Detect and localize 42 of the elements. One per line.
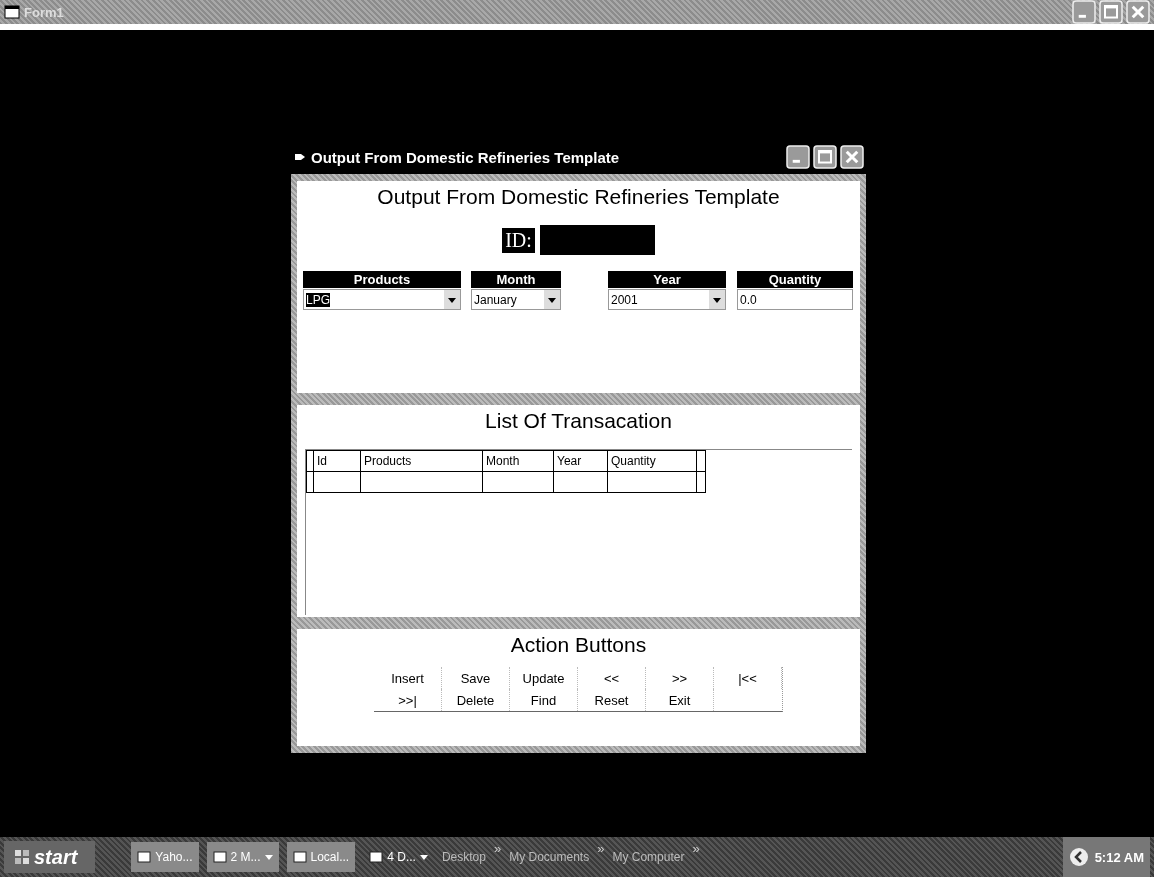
field-header: Month: [471, 271, 561, 288]
id-label: ID:: [502, 227, 535, 253]
taskbar-button[interactable]: 4 D...: [363, 842, 434, 872]
window-title: Output From Domestic Refineries Template: [311, 148, 621, 166]
column-header: Year: [553, 450, 608, 472]
app-icon: [369, 850, 384, 864]
toolbar-label[interactable]: My Documents: [509, 850, 590, 864]
close-button[interactable]: [840, 145, 864, 169]
dropdown[interactable]: LPG: [303, 289, 461, 310]
window-icon: [4, 5, 20, 19]
app-icon: [137, 850, 152, 864]
toolbar-label[interactable]: Desktop: [441, 850, 486, 864]
dropdown[interactable]: 2001: [608, 289, 726, 310]
column-header: Id: [313, 450, 361, 472]
chevron-button[interactable]: »: [597, 841, 605, 856]
caret-icon: [264, 854, 273, 860]
start-button[interactable]: start: [4, 841, 96, 873]
panel-title: Output From Domestic Refineries Template: [377, 185, 780, 209]
field-header: Quantity: [737, 271, 853, 288]
column-header: Products: [360, 450, 483, 472]
column-header: Quantity: [607, 450, 697, 472]
field-header: Products: [303, 271, 461, 288]
panel-title: Action Buttons: [510, 633, 647, 657]
caret-icon: [419, 854, 428, 860]
app-icon: [212, 850, 227, 864]
data-grid[interactable]: Id Products Month Year Quantity: [305, 449, 852, 615]
windows-logo-icon: [14, 849, 30, 865]
field-header: Year: [608, 271, 726, 288]
toolbar-label[interactable]: My Computer: [612, 850, 685, 864]
chevron-button[interactable]: »: [493, 841, 502, 856]
maximize-button[interactable]: [813, 145, 837, 169]
text-field[interactable]: 0.0: [737, 289, 853, 310]
column-header: Month: [482, 450, 554, 472]
chevron-button[interactable]: »: [692, 841, 700, 856]
id-field[interactable]: [539, 225, 655, 255]
panel-title: List Of Transacation: [485, 409, 672, 433]
clock: 5:12 AM: [1094, 849, 1144, 865]
app-icon: [292, 850, 307, 864]
dropdown[interactable]: January: [471, 289, 561, 310]
window-title: Form1: [24, 4, 65, 20]
window-icon: [295, 153, 305, 161]
minimize-button[interactable]: [786, 145, 810, 169]
